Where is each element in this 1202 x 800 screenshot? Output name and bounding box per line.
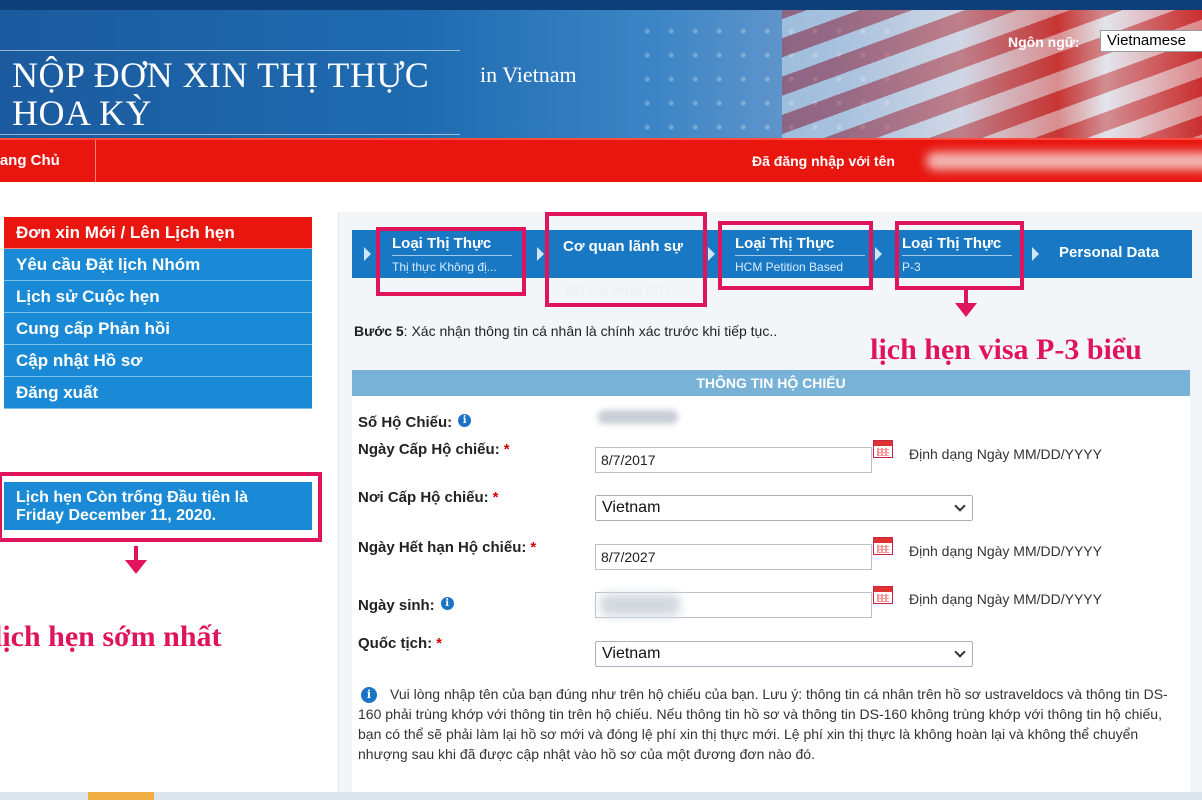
required-mark: * [530,539,537,556]
bottom-strip [0,792,1202,800]
step-title: Personal Data [1059,244,1160,261]
issue-place-select[interactable]: Vietnam [595,495,973,521]
step-number: Bước 5 [354,323,404,339]
label-text: Ngày Cấp Hộ chiếu: [358,441,500,458]
required-mark: * [436,635,443,652]
sidebar-item-feedback[interactable]: Cung cấp Phản hồi [4,313,312,345]
chevron-down-icon [954,646,966,658]
issue-date-input[interactable]: 8/7/2017 [595,447,872,473]
chevron-right-icon [708,247,715,261]
expiry-date-input[interactable]: 8/7/2027 [595,544,872,570]
highlight-box-step3 [718,221,873,290]
chevron-right-icon [537,247,544,261]
highlight-box-step1 [376,227,526,296]
redacted-dob [600,594,680,616]
passport-number-label: Số Hộ Chiếu: i [358,414,472,431]
chevron-right-icon [875,247,882,261]
label-text: Ngày Hết hạn Hộ chiếu: [358,539,527,556]
label-text: Số Hộ Chiếu: [358,414,453,431]
step-text: : Xác nhận thông tin cá nhân là chính xá… [403,323,778,339]
title-rule-bottom [0,134,460,135]
language-select[interactable]: Vietnamese [1100,30,1202,52]
required-mark: * [503,441,510,458]
step-instruction: Bước 5: Xác nhận thông tin cá nhân là ch… [354,323,777,339]
highlight-box-appointment [0,472,322,542]
select-value: Vietnam [602,645,661,662]
language-label: Ngôn ngữ: [1008,34,1080,50]
chevron-right-icon [364,247,371,261]
sidebar-item-update-profile[interactable]: Cập nhật Hồ sơ [4,345,312,377]
bottom-strip-accent [88,792,154,800]
sidebar-menu: Đơn xin Mới / Lên Lịch hẹn Yêu cầu Đặt l… [4,217,312,409]
arrow-down-icon-left [125,560,147,574]
calendar-icon[interactable] [873,537,893,555]
highlight-box-step2 [545,212,707,307]
site-subtitle: in Vietnam [480,62,577,87]
section-passport-info: THÔNG TIN HỘ CHIẾU [352,370,1190,396]
arrow-down-icon-right [955,303,977,317]
header-banner: NỘP ĐƠN XIN THỊ THỰC HOA KỲ in Vietnam N… [0,0,1202,138]
sidebar-item-group-request[interactable]: Yêu cầu Đặt lịch Nhóm [4,249,312,281]
label-text: Ngày sinh: [358,597,435,614]
date-format-hint: Định dạng Ngày MM/DD/YYYY [909,446,1102,462]
logged-in-label: Đã đăng nhập với tên [752,153,895,169]
issue-place-label: Nơi Cấp Hộ chiếu: * [358,489,499,506]
flag-stripes-decoration [782,0,1202,138]
label-text: Nơi Cấp Hộ chiếu: [358,489,489,506]
redacted-username [926,152,1202,170]
expiry-date-label: Ngày Hết hạn Hộ chiếu: * [358,539,536,556]
sidebar-item-logout[interactable]: Đăng xuất [4,377,312,409]
site-title: NỘP ĐƠN XIN THỊ THỰC HOA KỲ [12,55,430,133]
date-format-hint: Định dạng Ngày MM/DD/YYYY [909,591,1102,607]
redacted-passport-number [598,410,678,424]
calendar-icon[interactable] [873,440,893,458]
top-navbar: rang Chủ Đã đăng nhập với tên [0,138,1202,182]
highlight-box-step4 [895,221,1024,290]
chevron-right-icon [1032,247,1039,261]
issue-date-label: Ngày Cấp Hộ chiếu: * [358,441,510,458]
dob-label: Ngày sinh: i [358,597,454,614]
required-mark: * [492,489,499,506]
title-rule-top [0,50,460,51]
nav-home-link[interactable]: rang Chủ [0,140,96,182]
sidebar-item-new-application[interactable]: Đơn xin Mới / Lên Lịch hẹn [4,217,312,249]
date-format-hint: Định dạng Ngày MM/DD/YYYY [909,543,1102,559]
info-icon[interactable]: i [440,597,454,610]
info-icon[interactable]: i [458,414,472,427]
passport-name-note: Vui lòng nhập tên của bạn đúng như trên … [358,686,1168,762]
nationality-select[interactable]: Vietnam [595,641,973,667]
annotation-earliest: lịch hẹn sớm nhất [0,620,222,653]
select-value: Vietnam [602,499,661,516]
calendar-icon[interactable] [873,586,893,604]
nationality-label: Quốc tịch: * [358,635,442,652]
label-text: Quốc tịch: [358,635,433,652]
step-personal-data: Personal Data [1059,244,1179,292]
page: NỘP ĐƠN XIN THỊ THỰC HOA KỲ in Vietnam N… [0,0,1202,800]
chevron-down-icon [954,500,966,512]
sidebar-item-appointment-history[interactable]: Lịch sử Cuộc hẹn [4,281,312,313]
banner-top-line [0,0,1202,10]
